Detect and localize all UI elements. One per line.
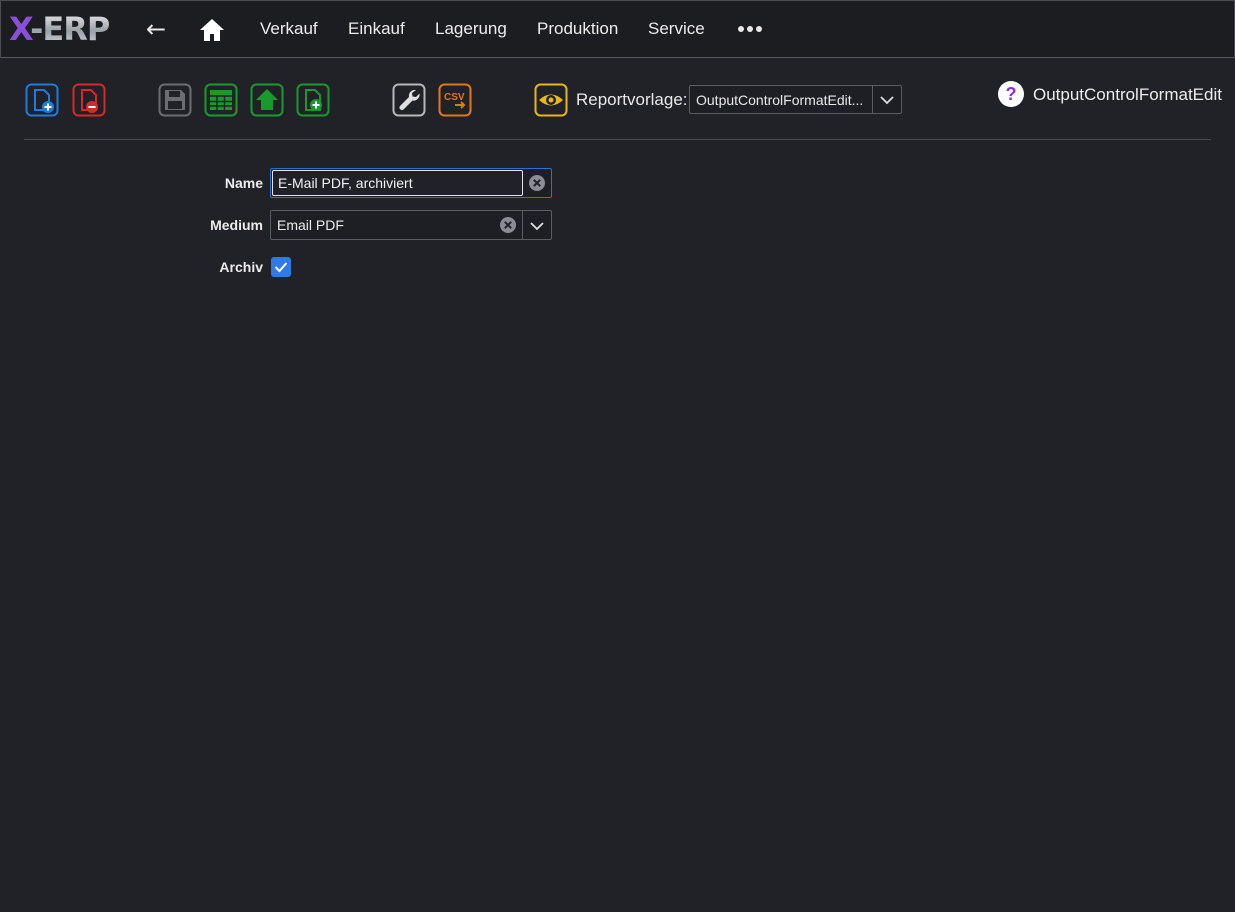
table-icon[interactable]	[204, 83, 238, 117]
logo-x: X	[9, 10, 31, 48]
archiv-label: Archiv	[219, 259, 263, 275]
home-icon[interactable]	[199, 18, 225, 42]
csv-export-icon[interactable]: CSV	[438, 83, 472, 117]
medium-value: Email PDF	[277, 217, 344, 233]
archiv-checkbox[interactable]	[271, 257, 291, 277]
more-icon[interactable]	[737, 25, 763, 33]
eye-icon[interactable]	[534, 83, 568, 117]
app-logo[interactable]: X-ERP	[9, 10, 110, 48]
report-template-value: OutputControlFormatEdit...	[696, 92, 864, 108]
nav-item-produktion[interactable]: Produktion	[537, 19, 618, 39]
new-document-icon[interactable]	[25, 83, 59, 117]
nav-item-service[interactable]: Service	[648, 19, 705, 39]
name-field	[270, 168, 552, 198]
nav-item-verkauf[interactable]: Verkauf	[260, 19, 318, 39]
help-page-label[interactable]: OutputControlFormatEdit	[1033, 85, 1222, 105]
chevron-down-icon[interactable]	[879, 94, 895, 106]
chevron-down-icon[interactable]	[529, 220, 545, 232]
upload-home-icon[interactable]	[250, 83, 284, 117]
toolbar-divider	[24, 139, 1211, 140]
medium-select[interactable]: Email PDF	[270, 210, 552, 240]
checkmark-icon	[274, 262, 288, 273]
report-template-label: Reportvorlage:	[576, 90, 688, 109]
select-separator	[872, 86, 873, 113]
add-document-icon[interactable]	[296, 83, 330, 117]
report-template-select[interactable]: OutputControlFormatEdit...	[689, 85, 902, 114]
name-label: Name	[224, 175, 263, 191]
nav-item-einkauf[interactable]: Einkauf	[348, 19, 405, 39]
nav-item-lagerung[interactable]: Lagerung	[435, 19, 507, 39]
wrench-icon[interactable]	[392, 83, 426, 117]
top-navigation-bar: X-ERP ← Verkauf Einkauf Lagerung Produkt…	[0, 0, 1235, 58]
medium-label: Medium	[210, 217, 263, 233]
logo-text: -ERP	[30, 10, 110, 48]
clear-icon[interactable]	[499, 216, 517, 234]
back-arrow-icon[interactable]: ←	[143, 15, 169, 43]
svg-text:?: ?	[1006, 84, 1017, 104]
select-separator	[522, 211, 523, 239]
name-input[interactable]	[272, 170, 523, 196]
help-icon[interactable]: ?	[997, 80, 1025, 108]
delete-document-icon[interactable]	[72, 83, 106, 117]
clear-icon[interactable]	[528, 174, 546, 192]
save-icon[interactable]	[158, 83, 192, 117]
